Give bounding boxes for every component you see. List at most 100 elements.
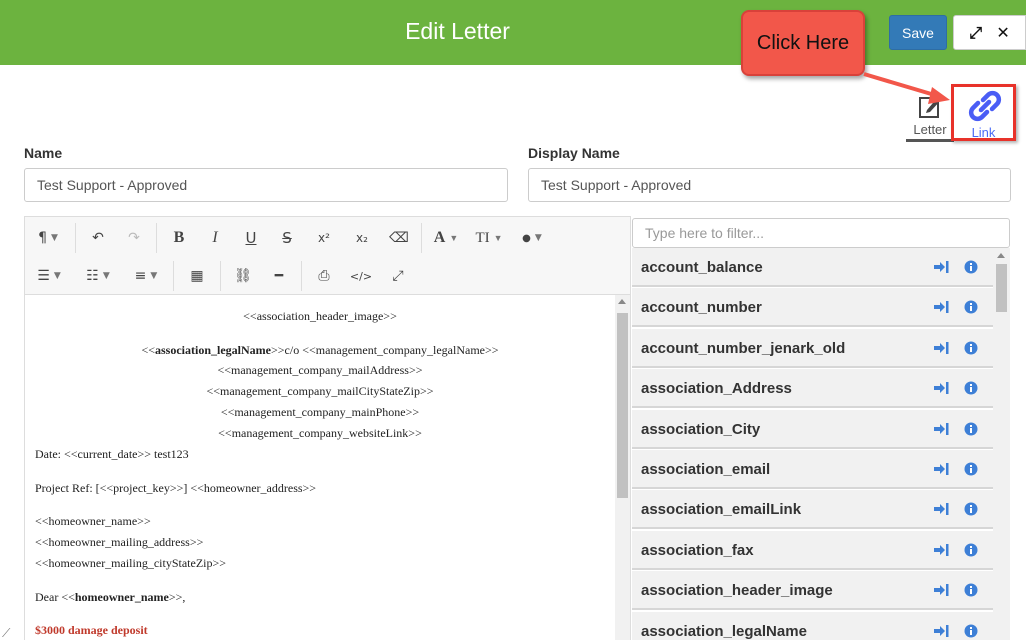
info-icon[interactable] [964, 381, 978, 395]
insert-icon[interactable] [933, 462, 949, 476]
code-view-button[interactable]: </> [342, 261, 380, 291]
save-button[interactable]: Save [889, 15, 947, 50]
italic-icon: I [212, 229, 218, 246]
italic-button[interactable]: I [197, 223, 233, 253]
letter-editor: ¶ ▼ ↶ ↷ B I U S x² x₂ ⌫ A ▼ TI ▼ ● ▼ ☰ ▼ ☷ ▼ ≡… [24, 216, 631, 640]
insert-icon[interactable] [933, 381, 949, 395]
info-icon[interactable] [964, 462, 978, 476]
insert-icon[interactable] [933, 583, 949, 597]
variable-list-scrollbar[interactable] [993, 248, 1010, 640]
fullscreen-button[interactable]: ⤢ [380, 261, 416, 291]
strikethrough-button[interactable]: S [269, 223, 305, 253]
numbered-list-button[interactable]: ☷ ▼ [73, 261, 123, 291]
info-icon[interactable] [964, 300, 978, 314]
align-button[interactable]: ≡ ▼ [123, 261, 169, 291]
horizontal-rule-icon: ━ [274, 268, 284, 284]
redo-button[interactable]: ↷ [116, 223, 152, 253]
doc-line: <<homeowner_name>> [35, 514, 151, 528]
info-icon[interactable] [964, 341, 978, 355]
subscript-icon: x₂ [356, 231, 368, 245]
info-icon[interactable] [964, 260, 978, 274]
list-item[interactable]: account_balance [632, 248, 993, 287]
info-icon[interactable] [964, 543, 978, 557]
doc-line: Date: <<current_date>> test123 [35, 447, 189, 461]
text-color-button[interactable]: ● ▼ [512, 223, 552, 253]
undo-button[interactable]: ↶ [80, 223, 116, 253]
list-item[interactable]: association_fax [632, 530, 993, 570]
info-icon[interactable] [964, 502, 978, 516]
insert-icon[interactable] [933, 260, 949, 274]
underline-button[interactable]: U [233, 223, 269, 253]
letter-body[interactable]: <<association_header_image>> <<associati… [25, 295, 615, 640]
color-drop-icon: ● [522, 232, 531, 244]
insert-icon[interactable] [933, 543, 949, 557]
insert-link-button[interactable]: ⛓ [225, 261, 261, 291]
variable-name: association_legalName [641, 622, 807, 640]
bullet-list-button[interactable]: ☰ ▼ [25, 261, 73, 291]
table-icon: ▦ [190, 268, 204, 284]
variable-name: account_number_jenark_old [641, 339, 846, 357]
scroll-thumb[interactable] [996, 264, 1007, 312]
expand-icon[interactable]: ⤢ [969, 23, 982, 43]
list-item[interactable]: association_legalName [632, 611, 993, 640]
close-icon[interactable]: ✕ [996, 23, 1009, 42]
variable-name: association_fax [641, 541, 754, 559]
variable-name: association_City [641, 420, 761, 438]
code-view-icon: </> [349, 269, 373, 283]
info-icon[interactable] [964, 422, 978, 436]
doc-line: Project Ref: [<<project_key>>] <<homeown… [35, 481, 317, 495]
doc-line: <<management_company_websiteLink>> [218, 426, 422, 440]
doc-line: <<association_legalName>>c/o <<managemen… [141, 343, 499, 357]
superscript-button[interactable]: x² [305, 223, 343, 253]
resize-handle-icon[interactable]: ⟋ [2, 626, 10, 640]
numbered-list-icon: ☷ [86, 268, 99, 284]
edit-icon [919, 97, 941, 118]
clear-format-button[interactable]: ⌫ [381, 223, 417, 253]
undo-icon: ↶ [92, 230, 104, 246]
fullscreen-icon: ⤢ [392, 268, 404, 284]
tab-letter[interactable]: Letter [906, 92, 954, 142]
list-item[interactable]: association_header_image [632, 571, 993, 611]
bold-button[interactable]: B [161, 223, 197, 253]
doc-line: <<management_company_mailAddress>> [217, 363, 423, 377]
toolbar-row-1: ¶ ▼ ↶ ↷ B I U S x² x₂ ⌫ A ▼ TI ▼ ● ▼ [25, 219, 552, 257]
scroll-thumb[interactable] [617, 313, 628, 498]
underline-icon: U [245, 229, 257, 247]
align-icon: ≡ [134, 268, 147, 284]
list-item[interactable]: account_number_jenark_old [632, 328, 993, 368]
display-name-input[interactable] [528, 168, 1011, 202]
link-icon [968, 90, 1002, 122]
insert-icon[interactable] [933, 300, 949, 314]
redo-icon: ↷ [128, 230, 140, 246]
editor-toolbar: ¶ ▼ ↶ ↷ B I U S x² x₂ ⌫ A ▼ TI ▼ ● ▼ ☰ ▼ ☷ ▼ ≡… [25, 217, 630, 295]
scroll-up-icon[interactable] [618, 299, 626, 304]
insert-icon[interactable] [933, 341, 949, 355]
info-icon[interactable] [964, 583, 978, 597]
variable-filter-input[interactable] [632, 218, 1010, 248]
table-button[interactable]: ▦ [178, 261, 216, 291]
editor-scrollbar[interactable] [615, 295, 630, 640]
name-label: Name [24, 145, 63, 161]
tab-link[interactable]: Link [951, 84, 1016, 141]
doc-line: <<management_company_mainPhone>> [220, 405, 420, 419]
paragraph-style-button[interactable]: ¶ ▼ [25, 223, 71, 253]
strikethrough-icon: S [282, 229, 292, 247]
list-item[interactable]: association_email [632, 450, 993, 489]
doc-line: $3000 damage deposit [35, 623, 148, 637]
subscript-button[interactable]: x₂ [343, 223, 381, 253]
scroll-up-icon[interactable] [997, 253, 1005, 258]
font-family-button[interactable]: A ▼ [426, 223, 466, 253]
insert-icon[interactable] [933, 624, 949, 638]
info-icon[interactable] [964, 624, 978, 638]
list-item[interactable]: association_City [632, 409, 993, 449]
print-button[interactable]: ⎙ [306, 261, 342, 291]
name-input[interactable] [24, 168, 508, 202]
insert-icon[interactable] [933, 502, 949, 516]
horizontal-rule-button[interactable]: ━ [261, 261, 297, 291]
list-item[interactable]: association_emailLink [632, 490, 993, 530]
variable-name: association_Address [641, 380, 792, 398]
list-item[interactable]: association_Address [632, 369, 993, 409]
insert-icon[interactable] [933, 422, 949, 436]
font-size-button[interactable]: TI ▼ [466, 223, 512, 253]
list-item[interactable]: account_number [632, 288, 993, 328]
